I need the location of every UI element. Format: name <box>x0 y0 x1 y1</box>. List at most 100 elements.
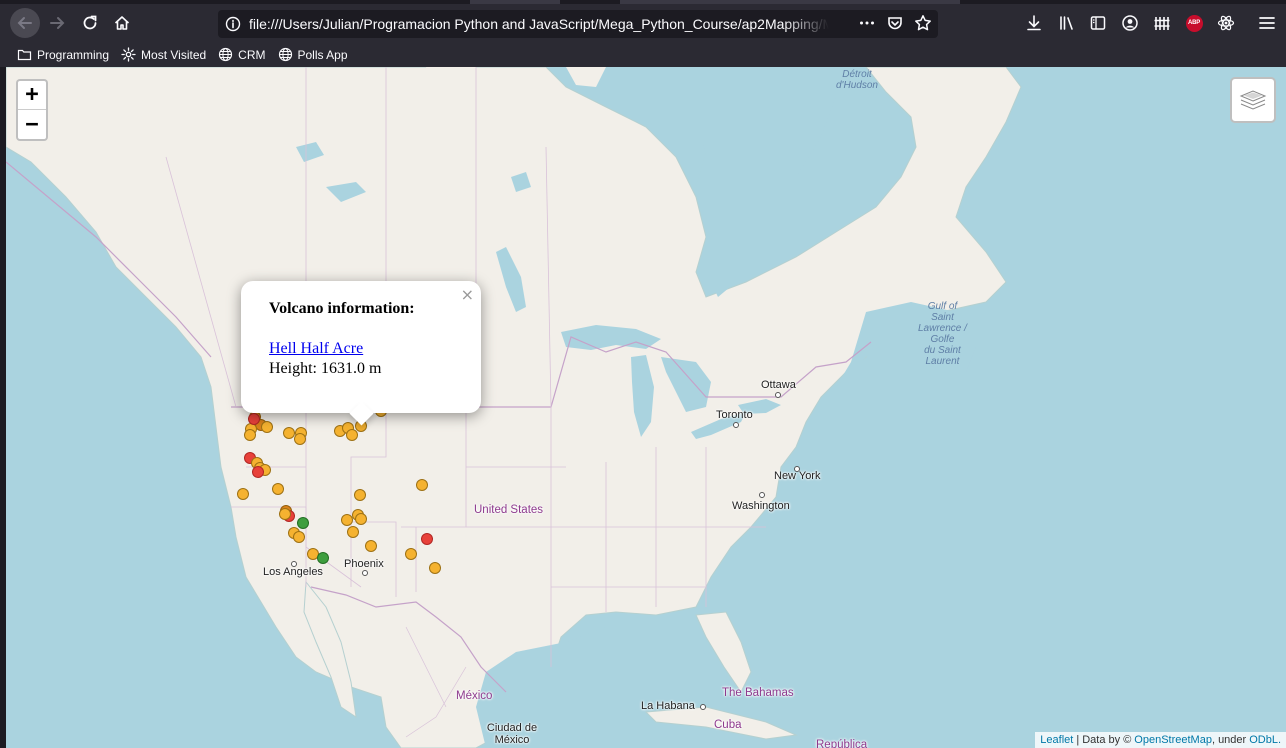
label-ciudad-de-mexico: Ciudad de México <box>486 722 538 746</box>
city-dot-toronto <box>733 422 739 428</box>
volcano-marker[interactable] <box>421 533 433 545</box>
label-united-states: United States <box>474 504 544 516</box>
home-button[interactable] <box>107 8 137 38</box>
url-actions <box>858 14 932 32</box>
account-button[interactable] <box>1120 13 1140 33</box>
label-gulf-st-lawrence: Gulf of Saint Lawrence / Golfe du Saint Laure… <box>918 301 967 367</box>
home-icon <box>114 16 130 30</box>
pocket-icon[interactable] <box>886 14 904 32</box>
url-text[interactable]: file:///Users/Julian/Programacion Python… <box>249 16 829 32</box>
info-icon[interactable] <box>225 16 241 32</box>
popup-close-button[interactable]: × <box>461 285 474 304</box>
abp-icon: ABP <box>1185 14 1203 32</box>
sidebar-icon <box>1090 16 1106 30</box>
city-dot-los-angeles <box>291 561 297 567</box>
back-button[interactable] <box>10 8 40 38</box>
volcano-marker[interactable] <box>252 466 264 478</box>
volcano-marker[interactable] <box>272 483 284 495</box>
volcano-marker[interactable] <box>279 508 291 520</box>
volcano-marker[interactable] <box>244 429 256 441</box>
globe-icon <box>219 47 233 62</box>
label-cuba: Cuba <box>714 719 742 731</box>
label-washington: Washington <box>732 500 790 512</box>
label-phoenix: Phoenix <box>344 558 384 570</box>
bookmark-label: Polls App <box>297 47 348 62</box>
bookmark-label: CRM <box>238 47 266 62</box>
label-hudson-strait: Détroit d'Hudson <box>836 69 878 91</box>
volcano-name-link[interactable]: Hell Half Acre <box>269 340 363 357</box>
volcano-marker[interactable] <box>261 421 273 433</box>
bookmark-crm[interactable]: CRM <box>218 47 266 62</box>
adblock-button[interactable]: ABP <box>1184 13 1204 33</box>
city-dot-washington <box>759 492 765 498</box>
bookmark-star-icon[interactable] <box>914 14 932 32</box>
bookmark-most-visited[interactable]: Most Visited <box>121 47 206 62</box>
downloads-button[interactable] <box>1024 13 1044 33</box>
city-dot-new-york <box>794 466 800 472</box>
label-los-angeles: Los Angeles <box>263 566 323 578</box>
leaflet-map[interactable]: Détroit d'Hudson Gulf of Saint Lawrence / Go… <box>6 67 1286 748</box>
arrow-right-icon <box>50 17 65 29</box>
volcano-marker[interactable] <box>429 562 441 574</box>
react-devtools-button[interactable] <box>1216 13 1236 33</box>
volcano-marker[interactable] <box>347 526 359 538</box>
volcano-marker[interactable] <box>346 429 358 441</box>
browser-chrome: file:///Users/Julian/Programacion Python… <box>0 0 1286 67</box>
hamburger-icon <box>1259 17 1275 29</box>
city-dot-la-habana <box>700 704 706 710</box>
volcano-marker[interactable] <box>317 552 329 564</box>
fence-icon <box>1154 17 1170 30</box>
label-mexico: México <box>456 690 493 702</box>
popup-heading: Volcano information: <box>269 300 415 317</box>
layers-control-button[interactable] <box>1230 77 1276 123</box>
bookmark-polls-app[interactable]: Polls App <box>278 47 348 62</box>
folder-icon <box>17 49 32 61</box>
volcano-popup: × Volcano information: Hell Half Acre He… <box>241 281 481 426</box>
label-toronto: Toronto <box>716 409 753 421</box>
label-republica: República <box>816 739 868 748</box>
reload-icon <box>83 15 97 30</box>
account-icon <box>1122 15 1138 31</box>
city-dot-phoenix <box>362 570 368 576</box>
menu-button[interactable] <box>1257 13 1277 33</box>
volcano-marker[interactable] <box>248 413 260 425</box>
bookmark-label: Programming <box>37 47 110 62</box>
openstreetmap-link[interactable]: OpenStreetMap <box>1134 734 1212 746</box>
volcano-marker[interactable] <box>365 540 377 552</box>
library-icon <box>1060 16 1073 30</box>
attribution-under: , under <box>1211 734 1247 746</box>
volcano-marker[interactable] <box>237 488 249 500</box>
zoom-out-button[interactable]: − <box>18 110 46 139</box>
bookmark-programming[interactable]: Programming <box>17 47 109 62</box>
leaflet-link[interactable]: Leaflet <box>1040 734 1073 746</box>
attribution-data-prefix: | Data by © <box>1076 734 1132 746</box>
bookmarks-toolbar: Programming Most Visited CRM Polls App <box>0 42 1286 67</box>
volcano-marker[interactable] <box>297 517 309 529</box>
zoom-in-button[interactable]: + <box>18 81 46 110</box>
volcano-marker[interactable] <box>294 433 306 445</box>
volcano-marker[interactable] <box>355 513 367 525</box>
download-icon <box>1027 15 1041 31</box>
sidebar-button[interactable] <box>1088 13 1108 33</box>
map-attribution: Leaflet | Data by © OpenStreetMap , unde… <box>1035 732 1286 748</box>
odbl-link[interactable]: ODbL. <box>1249 734 1281 746</box>
reload-button[interactable] <box>75 8 105 38</box>
label-ottawa: Ottawa <box>761 379 796 391</box>
volcano-marker[interactable] <box>354 489 366 501</box>
library-button[interactable] <box>1057 13 1077 33</box>
gear-icon <box>121 47 136 62</box>
bookmark-label: Most Visited <box>141 47 207 62</box>
label-bahamas: The Bahamas <box>722 687 794 699</box>
volcano-marker[interactable] <box>416 479 428 491</box>
extension-grid-button[interactable] <box>1152 13 1172 33</box>
forward-button[interactable] <box>42 8 72 38</box>
globe-icon <box>278 47 292 62</box>
map-tiles <box>6 67 1022 748</box>
layers-icon <box>1239 90 1267 110</box>
navigation-toolbar: file:///Users/Julian/Programacion Python… <box>0 4 1286 42</box>
volcano-marker[interactable] <box>405 548 417 560</box>
more-actions-icon[interactable] <box>858 14 876 32</box>
volcano-marker[interactable] <box>293 531 305 543</box>
address-bar[interactable]: file:///Users/Julian/Programacion Python… <box>218 10 938 38</box>
label-la-habana: La Habana <box>641 700 695 712</box>
